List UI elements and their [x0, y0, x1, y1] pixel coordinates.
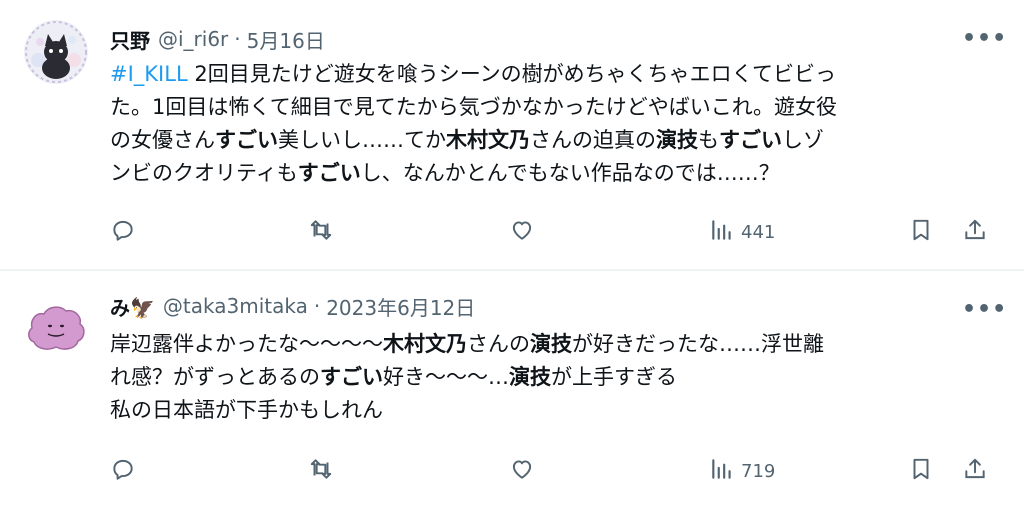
tweet-text-segment: ンビのクオリティも [110, 161, 298, 185]
tweet-text-line: 岸辺露伴よかったな〜〜〜〜木村文乃さんの演技が好きだったな……浮世離 [110, 328, 995, 361]
highlighted-keyword: 演技 [656, 128, 698, 152]
like-button[interactable] [509, 456, 535, 486]
user-handle[interactable]: @taka3mitaka [163, 294, 308, 318]
tweet-text-segment: 岸辺露伴よかったな〜〜〜〜 [110, 332, 383, 356]
reply-button[interactable] [110, 217, 136, 247]
views-button[interactable]: 719 [709, 456, 775, 486]
view-count: 441 [741, 221, 776, 243]
highlighted-keyword: すごい [320, 365, 383, 389]
share-button[interactable] [962, 217, 988, 247]
share-button[interactable] [962, 456, 988, 486]
highlighted-keyword: 木村文乃 [383, 332, 467, 356]
tweet-text: 岸辺露伴よかったな〜〜〜〜木村文乃さんの演技が好きだったな……浮世離 れ感？がずっ… [110, 328, 995, 427]
retweet-icon [308, 456, 334, 486]
tweet-header: み🦅 @taka3mitaka · 2023年6月12日 [110, 291, 475, 321]
tweet-text-segment: が上手すぎる [551, 365, 677, 389]
tweet-text-segment: 2回目見たけど遊女を喰うシーンの樹がめちゃくちゃエロくてビビっ [187, 62, 837, 86]
separator-dot: · [234, 27, 241, 51]
display-name[interactable]: み🦅 [110, 292, 155, 321]
tweet-feed: 只野 @i_ri6r · 5月16日 ••• #I_KILL 2回目見たけど遊女… [0, 0, 1024, 509]
tweet-text-segment: た。1回目は怖くて細目で見てたから気づかなかったけどやばいこれ。遊女役 [110, 95, 837, 119]
retweet-button[interactable] [308, 217, 334, 247]
highlighted-keyword: すごい [719, 128, 782, 152]
view-count: 719 [741, 460, 776, 482]
highlighted-keyword: すごい [297, 161, 361, 185]
tweet[interactable]: み🦅 @taka3mitaka · 2023年6月12日 ••• 岸辺露伴よかっ… [0, 271, 1024, 509]
bookmark-button[interactable] [908, 456, 934, 486]
tweet-text-segment: しゾ [782, 128, 824, 152]
tweet-text-segment: 私の日本語が下手かもしれん [110, 398, 383, 422]
bookmark-icon [908, 456, 934, 486]
tweet-text-segment: 美しいし……てか [278, 128, 446, 152]
avatar[interactable] [24, 20, 88, 84]
avatar[interactable] [24, 296, 88, 360]
retweet-icon [308, 217, 334, 247]
highlighted-keyword: 演技 [509, 365, 551, 389]
tweet-text-segment: の女優さん [110, 128, 215, 152]
tweet-text-line: た。1回目は怖くて細目で見てたから気づかなかったけどやばいこれ。遊女役 [110, 91, 995, 124]
views-bar-chart-icon [709, 217, 735, 247]
reply-icon [110, 217, 136, 247]
tweet-text-line: #I_KILL 2回目見たけど遊女を喰うシーンの樹がめちゃくちゃエロくてビビっ [110, 58, 995, 91]
tweet-text-line: 私の日本語が下手かもしれん [110, 394, 995, 427]
highlighted-keyword: すごい [215, 128, 278, 152]
tweet-text-line: ンビのクオリティもすごいし、なんかとんでもない作品なのでは……？ [110, 157, 995, 190]
bookmark-button[interactable] [908, 217, 934, 247]
like-heart-icon [509, 456, 535, 486]
post-date[interactable]: 2023年6月12日 [326, 292, 475, 321]
like-heart-icon [509, 217, 535, 247]
highlighted-keyword: 演技 [530, 332, 572, 356]
post-date[interactable]: 5月16日 [247, 25, 325, 54]
more-options-icon[interactable]: ••• [962, 297, 1006, 322]
tweet-header: 只野 @i_ri6r · 5月16日 [110, 24, 325, 54]
display-name[interactable]: 只野 [110, 25, 150, 54]
tweet-text-line: の女優さんすごい美しいし……てか木村文乃さんの迫真の演技もすごいしゾ [110, 124, 995, 157]
tweet-text-segment: 好き〜〜〜… [383, 365, 509, 389]
share-upload-icon [962, 217, 988, 247]
tweet-text-segment: し、なんかとんでもない作品なのでは……？ [360, 161, 780, 185]
views-button[interactable]: 441 [709, 217, 775, 247]
action-bar: 441 [110, 217, 990, 247]
more-options-icon[interactable]: ••• [962, 26, 1006, 51]
tweet-text-segment: も [698, 128, 719, 152]
tweet-text: #I_KILL 2回目見たけど遊女を喰うシーンの樹がめちゃくちゃエロくてビビった… [110, 58, 995, 190]
retweet-button[interactable] [308, 456, 334, 486]
action-bar: 719 [110, 456, 990, 486]
tweet[interactable]: 只野 @i_ri6r · 5月16日 ••• #I_KILL 2回目見たけど遊女… [0, 0, 1024, 270]
separator-dot: · [313, 294, 321, 318]
like-button[interactable] [509, 217, 535, 247]
reply-button[interactable] [110, 456, 136, 486]
highlighted-keyword: 木村文乃 [446, 128, 530, 152]
tweet-text-segment: が好きだったな……浮世離 [572, 332, 824, 356]
tweet-text-segment: さんの迫真の [530, 128, 656, 152]
bookmark-icon [908, 217, 934, 247]
tweet-text-segment: れ感？がずっとあるの [110, 365, 320, 389]
tweet-text-line: れ感？がずっとあるのすごい好き〜〜〜…演技が上手すぎる [110, 361, 995, 394]
reply-icon [110, 456, 136, 486]
tweet-text-segment: さんの [467, 332, 530, 356]
views-bar-chart-icon [709, 456, 735, 486]
hashtag-link[interactable]: #I_KILL [110, 62, 188, 86]
user-handle[interactable]: @i_ri6r [158, 27, 228, 51]
share-upload-icon [962, 456, 988, 486]
